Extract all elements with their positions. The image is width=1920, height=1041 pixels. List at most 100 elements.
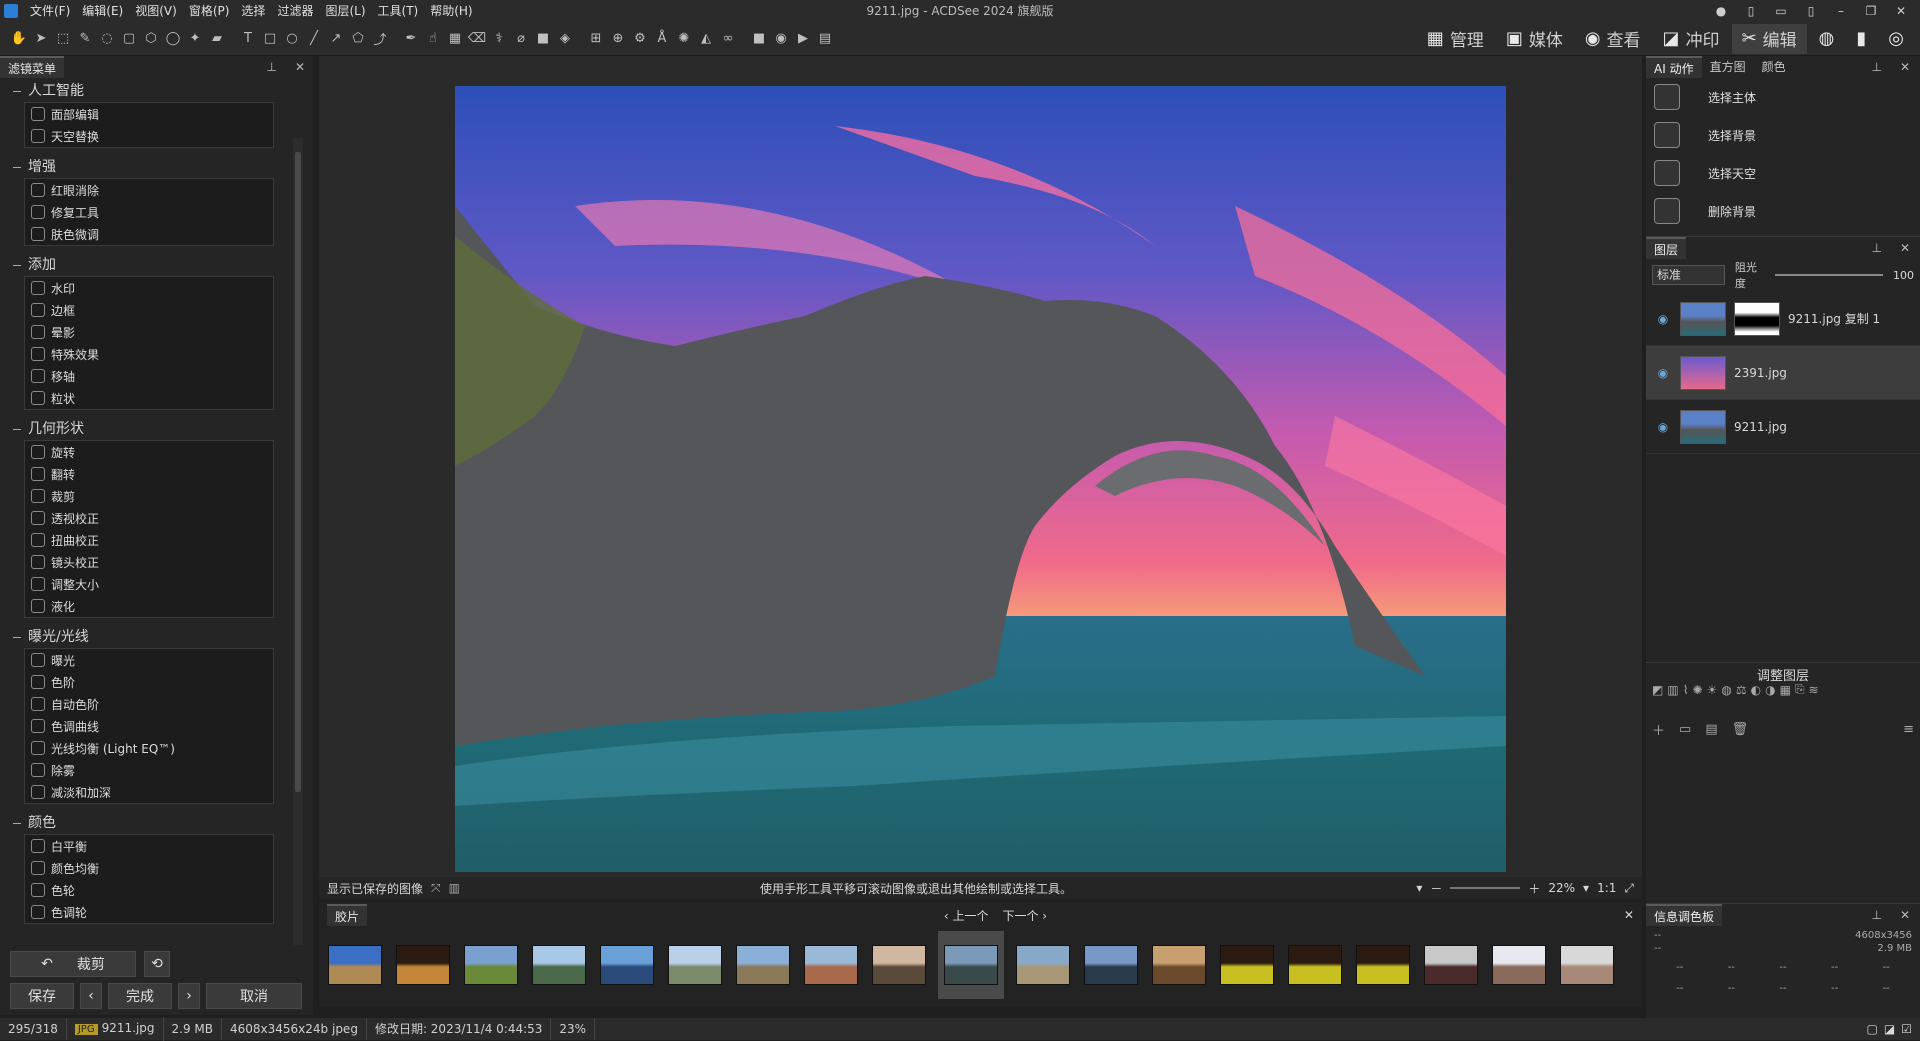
layer-row[interactable]: ◉ 2391.jpg [1646, 346, 1920, 400]
menu-pane[interactable]: 窗格(P) [183, 0, 236, 22]
zoom-slider[interactable] [1450, 887, 1521, 889]
filmstrip-thumbnail[interactable] [1082, 934, 1140, 996]
exposure-adj-icon[interactable]: ◩ [1652, 683, 1663, 697]
play-icon[interactable]: ▶ [793, 29, 813, 49]
filter-item[interactable]: 水印 [25, 277, 273, 299]
filter-item[interactable]: 色调曲线 [25, 715, 273, 737]
mode-develop-button[interactable]: ◪ 冲印 [1653, 24, 1730, 54]
histogram-icon[interactable]: ▥ [449, 881, 460, 895]
layout-right-icon[interactable]: ▯ [1798, 0, 1824, 22]
section-title[interactable]: 几何形状 [0, 418, 313, 440]
wand-icon[interactable]: ✦ [185, 29, 205, 49]
balance-adj-icon[interactable]: ⚖ [1736, 683, 1747, 697]
stop-icon[interactable]: ■ [749, 29, 769, 49]
filter-item[interactable]: 曝光 [25, 649, 273, 671]
next-image-button[interactable]: 下一个 › [1002, 907, 1047, 924]
filmstrip-thumbnail[interactable] [802, 934, 860, 996]
color-swatch-icon[interactable]: ■ [533, 29, 553, 49]
mode-media-button[interactable]: ▣ 媒体 [1496, 24, 1573, 54]
filter-item[interactable]: 特殊效果 [25, 343, 273, 365]
close-button[interactable]: ✕ [1888, 0, 1914, 22]
panel-close-icon[interactable]: ✕ [1900, 241, 1910, 255]
record-icon[interactable]: ◉ [771, 29, 791, 49]
filmstrip-thumbnail[interactable] [938, 931, 1004, 999]
visibility-eye-icon[interactable]: ◉ [1654, 420, 1672, 434]
bucket-icon[interactable]: ◈ [555, 29, 575, 49]
bw-adj-icon[interactable]: ◑ [1765, 683, 1775, 697]
minimize-button[interactable]: – [1828, 0, 1854, 22]
pin-icon[interactable]: ⊥ [1871, 241, 1881, 255]
mask-icon[interactable]: ▭ [1679, 722, 1691, 737]
add-layer-icon[interactable]: ＋ [1652, 720, 1665, 739]
filmstrip-thumbnail[interactable] [326, 934, 384, 996]
delete-layer-icon[interactable]: 🗑 [1732, 722, 1749, 737]
scroll-thumb[interactable] [295, 152, 301, 792]
panel-close-icon[interactable]: ✕ [1900, 908, 1910, 922]
zoom-tool-icon[interactable]: ⊕ [608, 29, 628, 49]
filter-item[interactable]: 液化 [25, 595, 273, 617]
filmstrip-thumbnail[interactable] [870, 934, 928, 996]
check-icon[interactable]: ☑ [1901, 1022, 1912, 1036]
filmstrip-thumbnail[interactable] [462, 934, 520, 996]
filmstrip-tab[interactable]: 胶片 [327, 904, 368, 926]
layer-row[interactable]: ◉ 9211.jpg 复制 1 [1646, 292, 1920, 346]
hand-tool-icon[interactable]: ✋ [9, 29, 29, 49]
gradient-icon[interactable]: ▦ [445, 29, 465, 49]
filter-item[interactable]: 扭曲校正 [25, 529, 273, 551]
section-title[interactable]: 人工智能 [0, 80, 313, 102]
curves-adj-icon[interactable]: ⌇ [1683, 683, 1689, 697]
filter-item[interactable]: 天空替换 [25, 125, 273, 147]
crop-button[interactable]: ↶ 裁剪 [10, 951, 136, 977]
filter-item[interactable]: 减淡和加深 [25, 781, 273, 803]
eyedropper-icon[interactable]: ⌀ [511, 29, 531, 49]
rect-select-icon[interactable]: ▢ [119, 29, 139, 49]
app-logo-icon[interactable] [4, 4, 18, 18]
photo-adj-icon[interactable]: ⎘ [1795, 682, 1805, 697]
filmstrip-thumbnail[interactable] [598, 934, 656, 996]
filmstrip-thumbnail[interactable] [1490, 934, 1548, 996]
filmstrip-close-icon[interactable]: ✕ [1624, 908, 1634, 922]
filter-item[interactable]: 红眼消除 [25, 179, 273, 201]
filter-scrollbar[interactable] [293, 138, 303, 998]
filter-item[interactable]: 调整大小 [25, 573, 273, 595]
filmstrip-thumbnail[interactable] [394, 934, 452, 996]
settings-icon[interactable]: ⚙ [630, 29, 650, 49]
prev-image-button[interactable]: ‹ 上一个 [944, 907, 989, 924]
filter-item[interactable]: 边框 [25, 299, 273, 321]
zoom-dropdown-icon[interactable]: ▾ [1416, 881, 1422, 895]
split-icon[interactable]: ◪ [1884, 1022, 1895, 1036]
menu-layer[interactable]: 图层(L) [319, 0, 371, 22]
tab-color[interactable]: 颜色 [1754, 56, 1794, 78]
mode-view-button[interactable]: ◉ 查看 [1575, 24, 1651, 54]
filter-item[interactable]: 裁剪 [25, 485, 273, 507]
visibility-eye-icon[interactable]: ◉ [1654, 312, 1672, 326]
light-icon[interactable]: ✺ [674, 29, 694, 49]
menu-view[interactable]: 视图(V) [129, 0, 183, 22]
clone-icon[interactable]: ⚕ [489, 29, 509, 49]
glasses-icon[interactable]: ∞ [718, 29, 738, 49]
mode-dashboard-button[interactable]: ▮ [1846, 24, 1876, 54]
filter-item[interactable]: 翻转 [25, 463, 273, 485]
ai-select-background[interactable]: 选择背景 [1646, 116, 1920, 154]
history-button[interactable]: ⟲ [144, 951, 170, 977]
pin-icon[interactable]: ⊥ [266, 60, 276, 74]
tab-info-palette[interactable]: 信息调色板 [1646, 903, 1723, 926]
filter-item[interactable]: 镜头校正 [25, 551, 273, 573]
section-title[interactable]: 颜色 [0, 812, 313, 834]
layer-row[interactable]: ◉ 9211.jpg [1646, 400, 1920, 454]
polygon-shape-icon[interactable]: ⬠ [348, 29, 368, 49]
panel-close-icon[interactable]: ✕ [1900, 60, 1910, 74]
menu-help[interactable]: 帮助(H) [424, 0, 478, 22]
layout-bottom-icon[interactable]: ▭ [1768, 0, 1794, 22]
polygon-select-icon[interactable]: ⬡ [141, 29, 161, 49]
zoom-menu-icon[interactable]: ▾ [1583, 881, 1589, 895]
restore-button[interactable]: ❐ [1858, 0, 1884, 22]
prev-arrow-button[interactable]: ‹ [80, 983, 102, 1009]
filmstrip-thumbnail[interactable] [1218, 934, 1276, 996]
hsl-adj-icon[interactable]: ◍ [1721, 683, 1731, 697]
edited-photo[interactable] [455, 86, 1506, 872]
filter-item[interactable]: 白平衡 [25, 835, 273, 857]
curve-tool-icon[interactable]: ⤴ [370, 29, 390, 49]
magic-select-icon[interactable]: ✎ [75, 29, 95, 49]
rect-shape-icon[interactable]: □ [260, 29, 280, 49]
